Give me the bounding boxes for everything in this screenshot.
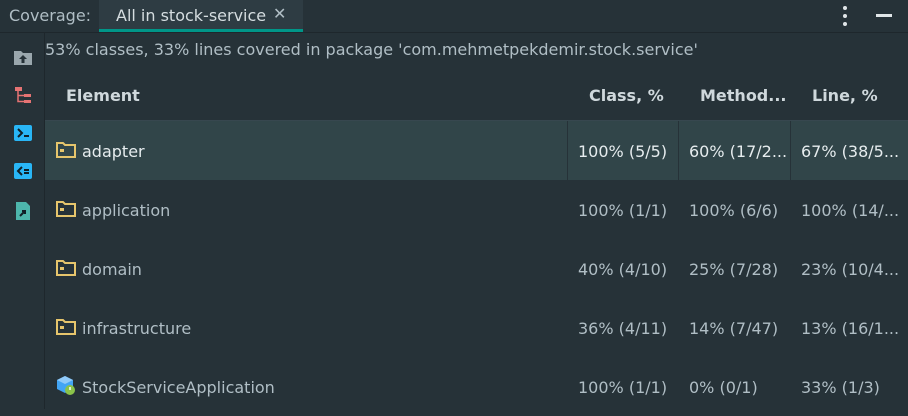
autoscroll-from-source-icon[interactable] — [13, 161, 33, 181]
minimize-icon[interactable] — [872, 4, 896, 28]
spring-boot-class-icon — [56, 376, 76, 395]
column-header-element[interactable]: Element — [66, 86, 140, 105]
class-coverage: 36% (4/11) — [578, 319, 668, 338]
class-coverage: 100% (1/1) — [578, 378, 668, 397]
more-options-icon[interactable] — [837, 4, 853, 28]
line-coverage: 23% (10/4... — [801, 260, 900, 279]
table-row[interactable]: adapter 100% (5/5) 60% (17/2... 67% (38/… — [45, 121, 908, 180]
coverage-summary: 53% classes, 33% lines covered in packag… — [45, 40, 698, 59]
table-row[interactable]: domain 40% (4/10) 25% (7/28) 23% (10/4..… — [45, 239, 908, 298]
table-row[interactable]: StockServiceApplication 100% (1/1) 0% (0… — [45, 357, 908, 416]
column-header-method[interactable]: Method... — [700, 86, 787, 105]
method-coverage: 60% (17/2... — [689, 142, 788, 161]
line-coverage: 67% (38/5... — [801, 142, 900, 161]
class-coverage: 100% (5/5) — [578, 142, 668, 161]
column-divider — [790, 121, 791, 180]
panel-title: Coverage: — [9, 6, 92, 25]
line-coverage: 33% (1/3) — [801, 378, 880, 397]
generate-report-icon[interactable] — [13, 201, 33, 221]
folder-icon — [56, 200, 76, 218]
line-coverage: 13% (16/1... — [801, 319, 900, 338]
column-divider — [678, 121, 679, 180]
line-coverage: 100% (14/... — [801, 201, 900, 220]
element-name: StockServiceApplication — [82, 378, 275, 397]
active-tab-indicator — [99, 29, 303, 32]
table-row[interactable]: application 100% (1/1) 100% (6/6) 100% (… — [45, 180, 908, 239]
element-name: domain — [82, 260, 142, 279]
navigate-to-source-icon[interactable] — [13, 123, 33, 143]
method-coverage: 14% (7/47) — [689, 319, 779, 338]
coverage-table: Element Class, % Method... Line, % adapt… — [45, 68, 908, 409]
element-name: application — [82, 201, 171, 220]
folder-icon — [56, 141, 76, 159]
element-name: adapter — [82, 142, 145, 161]
flatten-packages-icon[interactable] — [13, 85, 33, 105]
class-coverage: 100% (1/1) — [578, 201, 668, 220]
column-divider — [567, 121, 568, 180]
import-coverage-icon[interactable] — [13, 47, 33, 67]
method-coverage: 0% (0/1) — [689, 378, 758, 397]
tab-label: All in stock-service — [116, 6, 267, 25]
table-row[interactable]: infrastructure 36% (4/11) 14% (7/47) 13%… — [45, 298, 908, 357]
close-icon[interactable]: ✕ — [273, 4, 286, 23]
folder-icon — [56, 259, 76, 277]
table-header: Element Class, % Method... Line, % — [45, 68, 908, 121]
method-coverage: 25% (7/28) — [689, 260, 779, 279]
tab-all-in-stock-service[interactable]: All in stock-service ✕ — [99, 0, 303, 32]
class-coverage: 40% (4/10) — [578, 260, 668, 279]
folder-icon — [56, 318, 76, 336]
coverage-toolbar — [0, 33, 45, 409]
column-header-line[interactable]: Line, % — [812, 86, 878, 105]
element-name: infrastructure — [82, 319, 192, 338]
tool-window-header: Coverage: All in stock-service ✕ — [0, 0, 908, 33]
method-coverage: 100% (6/6) — [689, 201, 779, 220]
column-header-class[interactable]: Class, % — [589, 86, 664, 105]
